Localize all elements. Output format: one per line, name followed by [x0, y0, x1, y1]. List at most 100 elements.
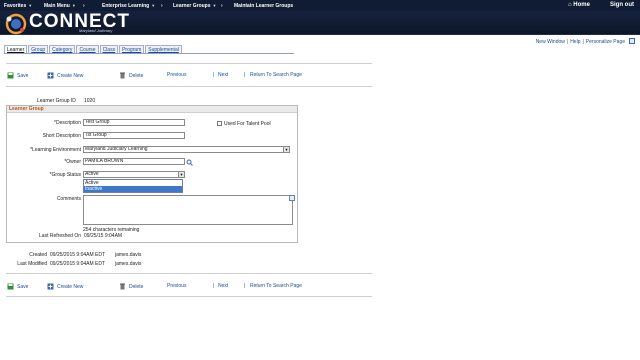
- page-options-icon[interactable]: [629, 38, 635, 44]
- sign-out-link[interactable]: Sign out: [610, 2, 634, 8]
- return-to-search-button[interactable]: Return To Search Page: [250, 72, 302, 78]
- group-status-select[interactable]: Active ▼: [83, 171, 185, 178]
- learning-environment-label: *Learning Environment: [30, 147, 81, 153]
- chevron-down-icon: ▼: [212, 3, 217, 8]
- divider: [6, 63, 372, 64]
- breadcrumb-separator-icon: ›: [221, 3, 223, 9]
- new-window-link[interactable]: New Window: [536, 39, 565, 45]
- delete-label: Delete: [129, 283, 144, 290]
- learner-group-id-label: Learner Group ID: [37, 98, 76, 104]
- top-nav-bar: Favorites ▼ Main Menu ▼ › Enterprise Learn…: [0, 0, 640, 11]
- delete-button[interactable]: Delete: [119, 72, 143, 79]
- next-button[interactable]: Next: [218, 283, 228, 289]
- learner-groups-label: Learner Groups: [173, 3, 211, 9]
- tab-group[interactable]: Group: [28, 45, 49, 53]
- tab-class[interactable]: Class: [99, 45, 119, 53]
- short-description-label: Short Description: [42, 133, 81, 139]
- chevron-down-icon: ▼: [178, 172, 184, 177]
- home-link[interactable]: ⌂ Home: [568, 2, 590, 8]
- save-button[interactable]: Save: [7, 283, 28, 290]
- chevron-down-icon: ▼: [28, 3, 33, 8]
- divider: [6, 86, 372, 87]
- enterprise-learning-menu[interactable]: Enterprise Learning ▼: [102, 3, 155, 9]
- tab-category[interactable]: Category: [49, 45, 76, 53]
- create-new-button[interactable]: Create New: [47, 283, 83, 290]
- expand-textarea-icon[interactable]: [289, 195, 295, 201]
- talent-pool-checkbox[interactable]: [217, 121, 222, 126]
- home-icon: ⌂: [568, 2, 572, 8]
- short-description-field[interactable]: Tst Group: [83, 132, 185, 139]
- group-status-dropdown: Active Inactive: [83, 179, 183, 193]
- talent-pool-label: Used For Talent Pool: [224, 121, 271, 127]
- main-menu[interactable]: Main Menu ▼: [44, 3, 76, 9]
- tab-course[interactable]: Course: [76, 45, 99, 53]
- personalize-page-link[interactable]: Personalize Page: [586, 39, 625, 45]
- chevron-down-icon: ▼: [283, 147, 289, 152]
- created-by: james.davis: [115, 252, 142, 258]
- separator: |: [582, 39, 584, 45]
- logo-subtitle: Maryland Judiciary: [79, 28, 113, 33]
- save-label: Save: [17, 283, 29, 290]
- separator: |: [244, 283, 246, 289]
- save-button[interactable]: Save: [7, 72, 28, 79]
- comments-label: Comments: [56, 196, 81, 202]
- tab-learner[interactable]: Learner: [4, 45, 28, 53]
- learning-environment-value: Maryland Judiciary Learning: [85, 146, 148, 152]
- save-icon: [7, 283, 14, 290]
- add-icon: [47, 72, 54, 79]
- last-modified-label: Last Modified: [17, 261, 47, 267]
- owner-field[interactable]: PAMILA BROWN: [83, 158, 185, 165]
- help-link[interactable]: Help: [570, 39, 580, 45]
- section-title: Learner Group: [7, 106, 297, 113]
- learning-environment-select[interactable]: Maryland Judiciary Learning ▼: [83, 146, 290, 153]
- learner-groups-menu[interactable]: Learner Groups ▼: [173, 3, 216, 9]
- tab-program[interactable]: Program: [119, 45, 145, 53]
- trash-icon: [120, 72, 125, 79]
- action-bar-bottom: Save Create New Delete Previous | Next |…: [7, 283, 327, 291]
- group-status-value: Active: [85, 171, 99, 177]
- next-button[interactable]: Next: [218, 72, 228, 78]
- description-field[interactable]: Test Group: [83, 119, 185, 126]
- option-inactive[interactable]: Inactive: [84, 186, 182, 192]
- delete-label: Delete: [129, 72, 144, 79]
- enterprise-learning-label: Enterprise Learning: [102, 3, 150, 9]
- trash-icon: [120, 283, 125, 290]
- return-to-search-button[interactable]: Return To Search Page: [250, 283, 302, 289]
- main-menu-label: Main Menu: [44, 3, 70, 9]
- create-new-button[interactable]: Create New: [47, 72, 83, 79]
- tab-supplemental[interactable]: Supplemental: [145, 45, 182, 53]
- description-label: *Description: [54, 120, 81, 126]
- breadcrumb-separator-icon: ›: [161, 3, 163, 9]
- breadcrumb-current: Maintain Learner Groups: [234, 3, 294, 9]
- chevron-down-icon: ▼: [151, 3, 156, 8]
- save-icon: [7, 72, 14, 79]
- component-tabs: Learner Group Category Course Class Prog…: [4, 45, 182, 53]
- favorites-label: Favorites: [4, 3, 27, 9]
- divider: [6, 273, 372, 274]
- connect-logo-icon: [5, 13, 27, 35]
- previous-button[interactable]: Previous: [167, 283, 186, 289]
- last-modified-by: james.davis: [115, 261, 142, 267]
- comments-textarea[interactable]: [83, 195, 293, 225]
- favorites-menu[interactable]: Favorites ▼: [4, 3, 32, 9]
- previous-button[interactable]: Previous: [167, 72, 186, 78]
- last-refreshed-label: Last Refreshed On: [39, 233, 81, 239]
- create-new-label: Create New: [57, 72, 84, 79]
- add-icon: [47, 283, 54, 290]
- divider: [6, 296, 372, 297]
- search-icon[interactable]: [186, 159, 193, 166]
- separator: |: [213, 283, 215, 289]
- separator: |: [244, 72, 246, 78]
- home-label: Home: [573, 2, 590, 8]
- chevron-down-icon: ▼: [71, 3, 76, 8]
- delete-button[interactable]: Delete: [119, 283, 143, 290]
- separator: |: [566, 39, 569, 45]
- banner: CONNECT Maryland Judiciary: [0, 11, 640, 35]
- learner-group-id-value: 1020: [84, 98, 96, 104]
- page-links: New Window | Help | Personalize Page: [536, 39, 625, 45]
- group-status-label: *Group Status: [49, 172, 81, 178]
- last-refreshed-value: 09/25/15 9:04AM: [84, 233, 123, 239]
- create-new-label: Create New: [57, 283, 84, 290]
- last-modified-value: 09/25/2015 9:04AM EDT: [50, 261, 106, 267]
- created-label: Created: [29, 252, 47, 258]
